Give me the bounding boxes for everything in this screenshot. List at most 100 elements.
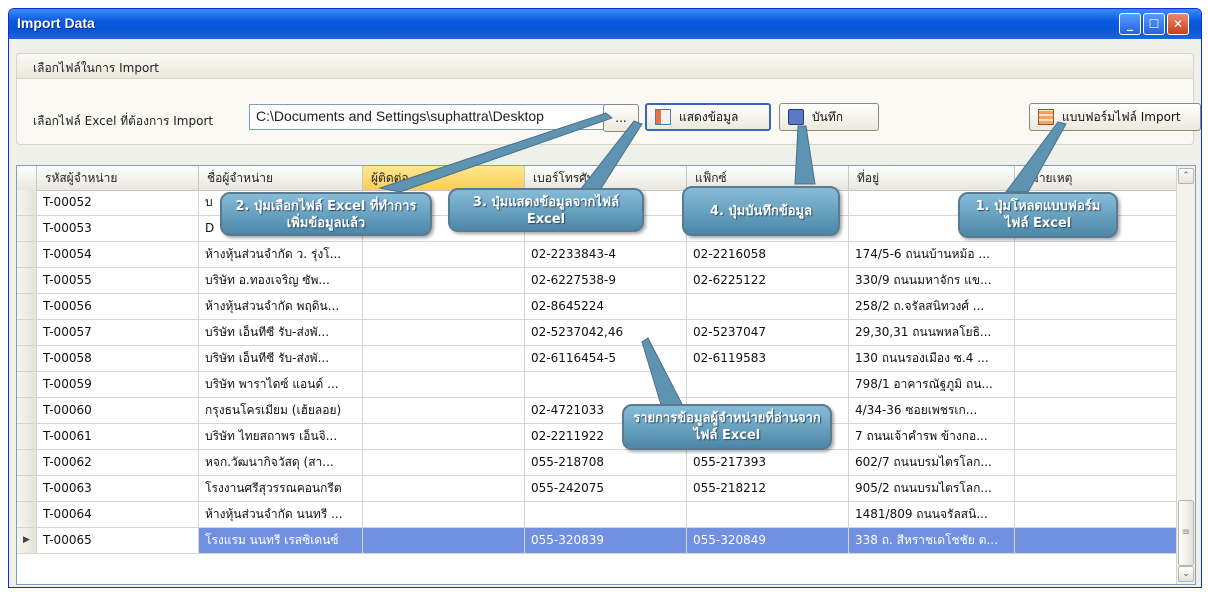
scroll-thumb[interactable]: ≡	[1178, 500, 1194, 566]
cell-contact[interactable]	[363, 424, 525, 449]
cell-phone[interactable]: 055-320839	[525, 528, 687, 553]
cell-address[interactable]: 7 ถนนเจ้าคำรพ ข้างกอ...	[849, 424, 1015, 449]
cell-fax[interactable]	[687, 294, 849, 319]
row-header[interactable]	[17, 320, 37, 345]
cell-code[interactable]: T-00065	[37, 528, 199, 553]
cell-address[interactable]: 4/34-36 ซอยเพชรเก...	[849, 398, 1015, 423]
cell-code[interactable]: T-00057	[37, 320, 199, 345]
scroll-up-button[interactable]: ⌃	[1178, 168, 1194, 184]
cell-fax[interactable]: 055-218212	[687, 476, 849, 501]
cell-name[interactable]: หจก.วัฒนากิจวัสดุ (สา...	[199, 450, 363, 475]
row-header[interactable]	[17, 346, 37, 371]
minimize-button[interactable]: _	[1119, 13, 1141, 35]
scroll-down-button[interactable]: ⌄	[1178, 566, 1194, 582]
cell-contact[interactable]	[363, 372, 525, 397]
cell-note[interactable]	[1015, 450, 1179, 475]
cell-name[interactable]: บริษัท อ.ทองเจริญ ซัพ...	[199, 268, 363, 293]
cell-fax[interactable]	[687, 502, 849, 527]
cell-note[interactable]	[1015, 424, 1179, 449]
cell-note[interactable]	[1015, 502, 1179, 527]
table-row[interactable]: T-00063 โรงงานศรีสุวรรณคอนกรีต 055-242075 0…	[17, 476, 1187, 502]
cell-phone[interactable]: 02-2233843-4	[525, 242, 687, 267]
row-header[interactable]	[17, 502, 37, 527]
template-button[interactable]: แบบฟอร์มไฟล์ Import	[1029, 103, 1201, 131]
col-name[interactable]: ชื่อผู้จำหน่าย	[199, 166, 363, 190]
row-header[interactable]	[17, 372, 37, 397]
cell-phone[interactable]: 02-6116454-5	[525, 346, 687, 371]
cell-phone[interactable]: 02-8645224	[525, 294, 687, 319]
cell-contact[interactable]	[363, 268, 525, 293]
table-row[interactable]: ▶ T-00065 โรงแรม นนทรี เรสซิเดนซ์ 055-32083…	[17, 528, 1187, 554]
cell-note[interactable]	[1015, 268, 1179, 293]
cell-contact[interactable]	[363, 502, 525, 527]
cell-address[interactable]: 1481/809 ถนนจรัลสนิ...	[849, 502, 1015, 527]
cell-note[interactable]	[1015, 398, 1179, 423]
cell-name[interactable]: กรุงธนโครเมียม (เฮ้ยลอย)	[199, 398, 363, 423]
cell-contact[interactable]	[363, 294, 525, 319]
col-note[interactable]: หมายเหตุ	[1015, 166, 1179, 190]
cell-code[interactable]: T-00060	[37, 398, 199, 423]
cell-address[interactable]: 258/2 ถ.จรัลสนิทวงศ์ ...	[849, 294, 1015, 319]
cell-note[interactable]	[1015, 528, 1179, 553]
row-header[interactable]	[17, 242, 37, 267]
row-header[interactable]	[17, 450, 37, 475]
maximize-button[interactable]: ☐	[1143, 13, 1165, 35]
table-row[interactable]: T-00059 บริษัท พาราไดซ์ แอนด์ ... 798/1 อา…	[17, 372, 1187, 398]
cell-code[interactable]: T-00062	[37, 450, 199, 475]
table-row[interactable]: T-00060 กรุงธนโครเมียม (เฮ้ยลอย) 02-472103…	[17, 398, 1187, 424]
cell-name[interactable]: บริษัท พาราไดซ์ แอนด์ ...	[199, 372, 363, 397]
title-bar[interactable]: Import Data _ ☐ ✕	[9, 9, 1201, 39]
cell-fax[interactable]: 055-320849	[687, 528, 849, 553]
cell-address[interactable]: 174/5-6 ถนนบ้านหม้อ ...	[849, 242, 1015, 267]
table-row[interactable]: T-00054 ห้างหุ้นส่วนจำกัด ว. รุ่งโ... 02-2…	[17, 242, 1187, 268]
cell-address[interactable]: 29,30,31 ถนนพหลโยธิ...	[849, 320, 1015, 345]
cell-fax[interactable]: 02-5237047	[687, 320, 849, 345]
cell-name[interactable]: ห้างหุ้นส่วนจำกัด ว. รุ่งโ...	[199, 242, 363, 267]
row-header[interactable]	[17, 476, 37, 501]
browse-button[interactable]: ...	[603, 104, 639, 132]
cell-name[interactable]: บริษัท ไทยสถาพร เอ็นจิ...	[199, 424, 363, 449]
cell-code[interactable]: T-00064	[37, 502, 199, 527]
cell-fax[interactable]	[687, 372, 849, 397]
cell-note[interactable]	[1015, 294, 1179, 319]
cell-name[interactable]: บริษัท เอ็นทีซี รับ-ส่งพั...	[199, 346, 363, 371]
cell-note[interactable]	[1015, 242, 1179, 267]
cell-address[interactable]: 338 ถ. สีหราชเดโชชัย ต...	[849, 528, 1015, 553]
row-header[interactable]: ▶	[17, 528, 37, 553]
cell-contact[interactable]	[363, 346, 525, 371]
cell-phone[interactable]: 02-5237042,46	[525, 320, 687, 345]
table-row[interactable]: T-00056 ห้างหุ้นส่วนจำกัด พฤดิน... 02-8645…	[17, 294, 1187, 320]
cell-note[interactable]	[1015, 346, 1179, 371]
table-row[interactable]: T-00055 บริษัท อ.ทองเจริญ ซัพ... 02-622753…	[17, 268, 1187, 294]
cell-code[interactable]: T-00054	[37, 242, 199, 267]
cell-address[interactable]: 798/1 อาคารณัฐภูมิ ถน...	[849, 372, 1015, 397]
row-header[interactable]	[17, 268, 37, 293]
cell-fax[interactable]: 02-2216058	[687, 242, 849, 267]
cell-code[interactable]: T-00055	[37, 268, 199, 293]
cell-address[interactable]: 905/2 ถนนบรมไตรโลก...	[849, 476, 1015, 501]
cell-contact[interactable]	[363, 450, 525, 475]
vertical-scrollbar[interactable]: ⌃ ≡ ⌄	[1176, 166, 1195, 584]
file-path-input[interactable]: C:\Documents and Settings\suphattra\Desk…	[249, 104, 605, 130]
col-phone[interactable]: เบอร์โทรศัพท์	[525, 166, 687, 190]
col-contact[interactable]: ผู้ติดต่อ	[363, 166, 525, 190]
table-row[interactable]: T-00057 บริษัท เอ็นทีซี รับ-ส่งพั... 02-52…	[17, 320, 1187, 346]
cell-phone[interactable]: 055-218708	[525, 450, 687, 475]
row-header[interactable]	[17, 216, 37, 241]
cell-note[interactable]	[1015, 476, 1179, 501]
table-row[interactable]: T-00061 บริษัท ไทยสถาพร เอ็นจิ... 02-22119…	[17, 424, 1187, 450]
cell-name[interactable]: ห้างหุ้นส่วนจำกัด พฤดิน...	[199, 294, 363, 319]
close-button[interactable]: ✕	[1167, 13, 1189, 35]
cell-phone[interactable]	[525, 502, 687, 527]
col-code[interactable]: รหัสผู้จำหน่าย	[37, 166, 199, 190]
cell-address[interactable]: 330/9 ถนนมหาจักร แข...	[849, 268, 1015, 293]
table-row[interactable]: T-00058 บริษัท เอ็นทีซี รับ-ส่งพั... 02-61…	[17, 346, 1187, 372]
cell-name[interactable]: โรงแรม นนทรี เรสซิเดนซ์	[199, 528, 363, 553]
cell-contact[interactable]	[363, 476, 525, 501]
cell-note[interactable]	[1015, 320, 1179, 345]
row-header[interactable]	[17, 398, 37, 423]
cell-contact[interactable]	[363, 528, 525, 553]
cell-name[interactable]: โรงงานศรีสุวรรณคอนกรีต	[199, 476, 363, 501]
cell-code[interactable]: T-00058	[37, 346, 199, 371]
save-button[interactable]: บันทึก	[779, 103, 879, 131]
